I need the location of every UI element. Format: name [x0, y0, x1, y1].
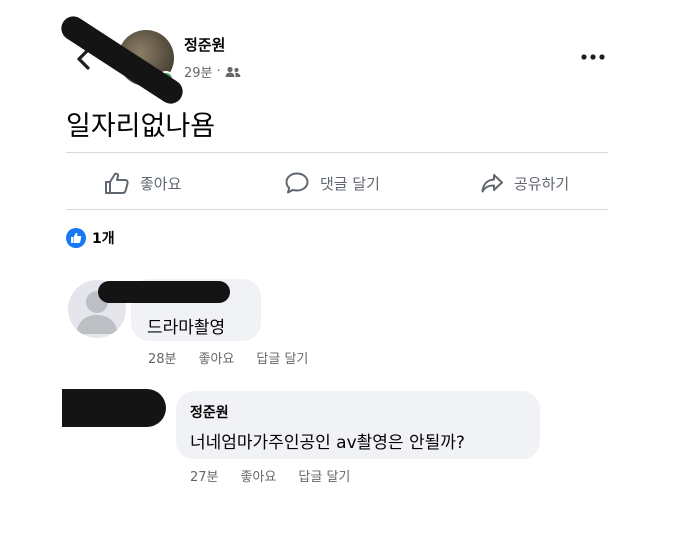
- comment-actions: 28분 좋아요 답글 달기: [148, 348, 308, 367]
- comment-author-name[interactable]: 정준원: [190, 402, 229, 422]
- divider: [66, 209, 608, 210]
- thumbs-up-icon: [105, 172, 129, 194]
- post-meta: 29분 ·: [184, 62, 241, 81]
- more-options-button[interactable]: [580, 49, 606, 63]
- comment-time: 27분: [190, 470, 219, 485]
- reaction-summary[interactable]: 1개: [66, 228, 115, 248]
- friends-icon: [225, 66, 241, 77]
- comment-text: 드라마촬영: [147, 318, 226, 338]
- meta-separator: ·: [216, 64, 221, 79]
- comment-time: 28분: [148, 352, 177, 367]
- post-time: 29분: [184, 66, 213, 81]
- divider: [66, 152, 608, 153]
- redaction-mark: [98, 281, 230, 303]
- share-label: 공유하기: [514, 174, 570, 193]
- comment-reply-button[interactable]: 답글 달기: [298, 466, 350, 485]
- share-button[interactable]: 공유하기: [480, 168, 569, 198]
- comment-reply-button[interactable]: 답글 달기: [256, 348, 308, 367]
- comment-actions: 27분 좋아요 답글 달기: [190, 466, 350, 485]
- comment-like-button[interactable]: 좋아요: [199, 348, 235, 367]
- comment-label: 댓글 달기: [320, 174, 380, 193]
- redaction-mark: [62, 389, 166, 427]
- like-label: 좋아요: [140, 174, 182, 193]
- more-icon: [581, 54, 605, 60]
- like-icon: [66, 228, 86, 248]
- comment-button[interactable]: 댓글 달기: [284, 168, 380, 198]
- comment-icon: [285, 172, 309, 194]
- comment-like-button[interactable]: 좋아요: [241, 466, 277, 485]
- comment-text: 너네엄마가주인공인 av촬영은 안될까?: [190, 433, 465, 453]
- post-author-name[interactable]: 정준원: [184, 34, 225, 55]
- post-text: 일자리없나욤: [66, 111, 216, 142]
- reaction-count: 1개: [92, 231, 115, 247]
- like-button[interactable]: 좋아요: [104, 168, 181, 198]
- share-icon: [481, 174, 503, 193]
